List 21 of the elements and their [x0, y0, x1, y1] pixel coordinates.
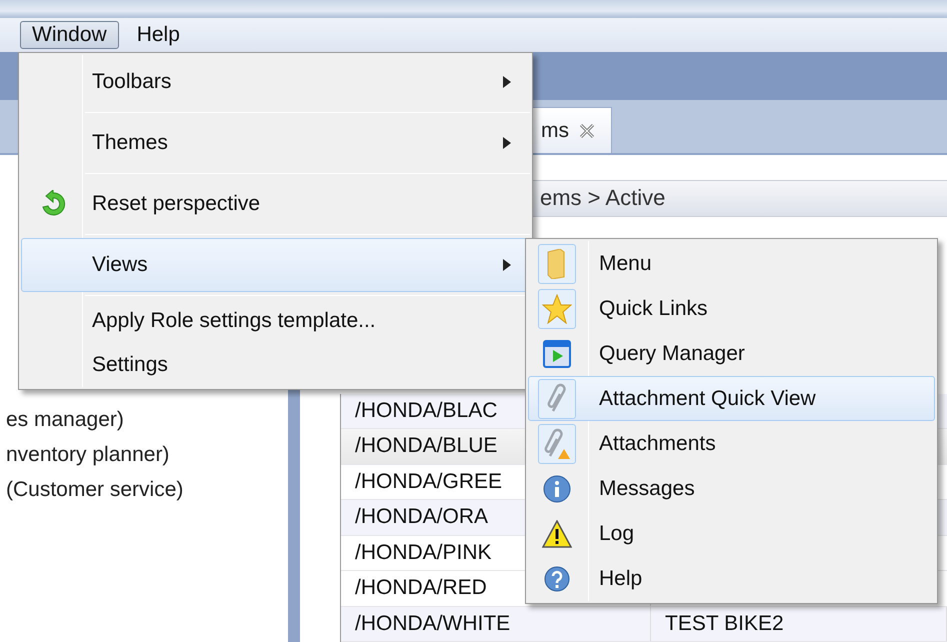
menu-bar-item[interactable]: Help	[124, 21, 192, 49]
tab-label: ms	[541, 118, 569, 142]
table-row[interactable]: /HONDA/WHITE TEST BIKE2	[341, 606, 947, 642]
menu-item[interactable]: Query Manager	[528, 331, 935, 376]
help-icon	[544, 566, 570, 592]
menu-item[interactable]: Menu	[528, 241, 935, 286]
table-cell: TEST BIKE2	[651, 606, 947, 641]
menu-bar-item[interactable]: Window	[20, 21, 119, 49]
menu-item[interactable]: Quick Links	[528, 286, 935, 331]
menu-item[interactable]: Themes	[21, 116, 530, 170]
role-item[interactable]: nventory planner)	[0, 443, 288, 478]
role-item[interactable]: es manager)	[0, 408, 288, 443]
query-window-icon	[543, 340, 571, 368]
menu-item[interactable]: Attachment Quick View	[528, 376, 935, 421]
role-item[interactable]: (Customer service)	[0, 478, 288, 513]
warning-icon	[542, 520, 572, 548]
star-icon	[542, 294, 572, 324]
close-icon[interactable]	[579, 122, 595, 138]
menu-item[interactable]: Toolbars	[21, 55, 530, 109]
info-icon	[543, 474, 571, 502]
table-cell: /HONDA/WHITE	[341, 606, 651, 641]
